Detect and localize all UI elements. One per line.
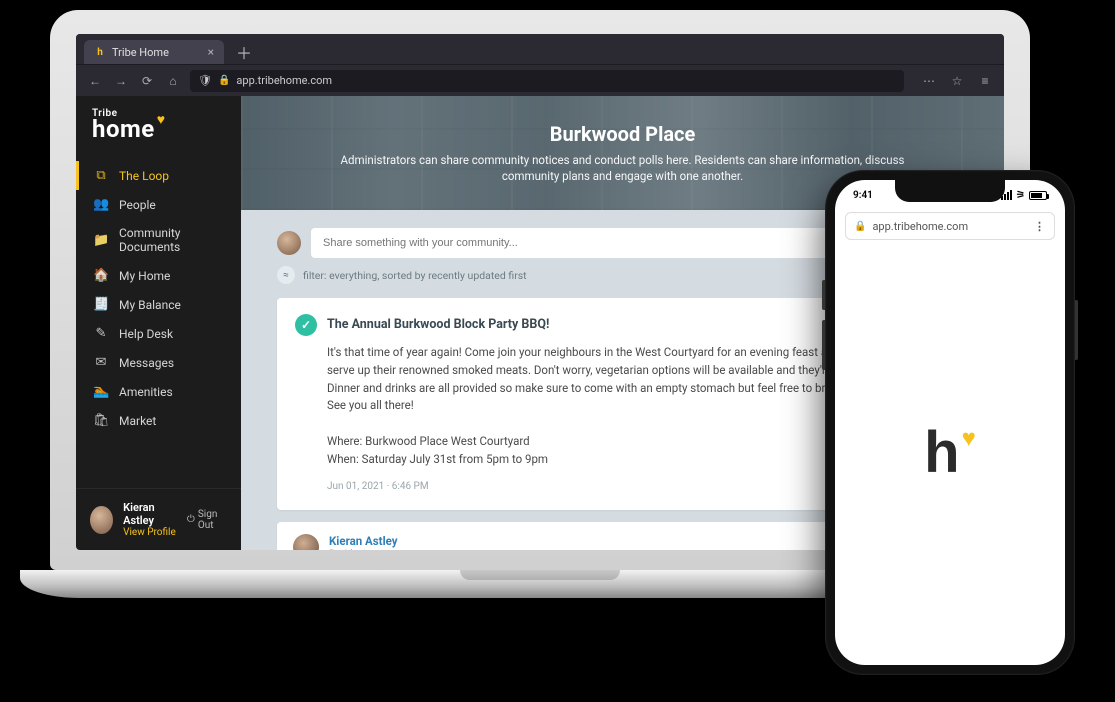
people-icon: 👥 <box>93 197 109 212</box>
hamburger-menu-icon[interactable]: ≡ <box>976 72 994 90</box>
sidebar-item-label: Amenities <box>119 385 173 399</box>
sidebar-footer: Kieran Astley View Profile ⏻ Sign Out <box>76 488 241 550</box>
footer-user-name: Kieran Astley <box>123 501 177 527</box>
battery-icon <box>1029 191 1047 200</box>
bag-icon: 🛍 <box>93 413 109 428</box>
address-bar[interactable]: 🛡 🔒 app.tribehome.com <box>190 70 904 92</box>
new-tab-button[interactable]: ＋ <box>230 40 258 64</box>
tab-title: Tribe Home <box>112 46 169 59</box>
community-subtitle: Administrators can share community notic… <box>323 152 923 184</box>
sidebar-item-amenities[interactable]: 🏊 Amenities <box>76 377 241 406</box>
heart-icon: ♥ <box>157 111 166 128</box>
filter-text: filter: everything, sorted by recently u… <box>303 269 527 282</box>
sidebar-item-label: Messages <box>119 356 174 370</box>
phone-volume-up-button <box>822 280 825 310</box>
phone-address-bar[interactable]: 🔒 app.tribehome.com ⋮ <box>845 212 1055 240</box>
receipt-icon: 🧾 <box>93 297 109 312</box>
sidebar-item-label: Market <box>119 414 156 428</box>
sidebar-item-label: The Loop <box>119 169 169 183</box>
address-bar-text: app.tribehome.com <box>236 74 332 87</box>
bookmark-star-icon[interactable]: ☆ <box>948 72 966 90</box>
wifi-icon: ⚞ <box>1016 190 1025 201</box>
browser-tab[interactable]: h Tribe Home × <box>84 40 224 64</box>
sidebar-item-community-documents[interactable]: 📁 Community Documents <box>76 219 241 261</box>
phone-volume-down-button <box>822 320 825 370</box>
phone-logo-letter: h <box>924 419 959 486</box>
nav-back-button[interactable]: ← <box>86 72 104 90</box>
phone-side-button <box>1075 300 1078 360</box>
envelope-icon: ✉ <box>93 355 109 370</box>
laptop-hinge-notch <box>460 570 620 580</box>
sidebar-item-messages[interactable]: ✉ Messages <box>76 348 241 377</box>
phone-app-logo: h ♥ <box>924 419 976 486</box>
pencil-icon: ✎ <box>93 326 109 341</box>
brand-logo[interactable]: Tribe home ♥ <box>76 96 241 161</box>
reply-avatar <box>293 534 319 550</box>
sidebar-item-label: People <box>119 198 156 212</box>
sidebar: Tribe home ♥ ⧉ The Loop 👥 <box>76 96 241 550</box>
reply-author-name: Kieran Astley <box>329 534 535 548</box>
shield-icon: 🛡 <box>198 74 212 87</box>
sign-out-button[interactable]: ⏻ Sign Out <box>187 509 227 531</box>
check-circle-icon: ✓ <box>295 314 317 336</box>
nav-reload-button[interactable]: ⟳ <box>138 72 156 90</box>
community-title: Burkwood Place <box>550 122 696 146</box>
sidebar-item-label: Community Documents <box>119 226 227 254</box>
sidebar-nav: ⧉ The Loop 👥 People 📁 Community Document… <box>76 161 241 435</box>
composer-avatar <box>277 231 301 255</box>
sidebar-item-people[interactable]: 👥 People <box>76 190 241 219</box>
sidebar-item-the-loop[interactable]: ⧉ The Loop <box>76 161 241 190</box>
kebab-menu-icon[interactable]: ⋮ <box>1034 220 1046 233</box>
sidebar-item-market[interactable]: 🛍 Market <box>76 406 241 435</box>
sidebar-item-help-desk[interactable]: ✎ Help Desk <box>76 319 241 348</box>
sidebar-item-label: Help Desk <box>119 327 173 341</box>
view-profile-link[interactable]: View Profile <box>123 527 177 538</box>
sidebar-item-my-home[interactable]: 🏠 My Home <box>76 261 241 290</box>
power-icon: ⏻ <box>187 514 195 525</box>
sidebar-item-label: My Home <box>119 269 170 283</box>
sidebar-item-my-balance[interactable]: 🧾 My Balance <box>76 290 241 319</box>
sign-out-label: Sign Out <box>198 509 227 531</box>
brand-word: home <box>92 115 155 143</box>
folder-icon: 📁 <box>93 233 109 248</box>
loop-icon: ⧉ <box>93 168 109 183</box>
brand-super: Tribe <box>92 108 118 119</box>
phone-content: h ♥ <box>835 240 1065 665</box>
browser-toolbar: ← → ⟳ ⌂ 🛡 🔒 app.tribehome.com ⋯ ☆ ≡ <box>76 64 1004 96</box>
phone-address-text: app.tribehome.com <box>872 220 968 233</box>
home-icon: 🏠 <box>93 268 109 283</box>
lock-icon: 🔒 <box>854 221 866 232</box>
nav-forward-button[interactable]: → <box>112 72 130 90</box>
reply-author-role: Resident <box>329 548 535 550</box>
phone-frame: 9:41 ⚞ 🔒 app.tribehome.com ⋮ h ♥ <box>825 170 1075 675</box>
tab-close-icon[interactable]: × <box>208 45 214 59</box>
pool-icon: 🏊 <box>93 384 109 399</box>
phone-notch <box>895 180 1005 202</box>
heart-icon: ♥ <box>962 425 976 453</box>
phone-screen: 9:41 ⚞ 🔒 app.tribehome.com ⋮ h ♥ <box>835 180 1065 665</box>
lock-icon: 🔒 <box>218 75 230 86</box>
nav-home-button[interactable]: ⌂ <box>164 72 182 90</box>
sidebar-item-label: My Balance <box>119 298 181 312</box>
more-dots-icon[interactable]: ⋯ <box>920 72 938 90</box>
user-avatar[interactable] <box>90 506 113 534</box>
browser-tab-strip: h Tribe Home × ＋ <box>76 34 1004 64</box>
filter-icon: ≈ <box>277 266 295 284</box>
phone-time: 9:41 <box>853 190 873 201</box>
post-title: The Annual Burkwood Block Party BBQ! <box>327 315 549 334</box>
favicon-icon: h <box>94 46 106 58</box>
